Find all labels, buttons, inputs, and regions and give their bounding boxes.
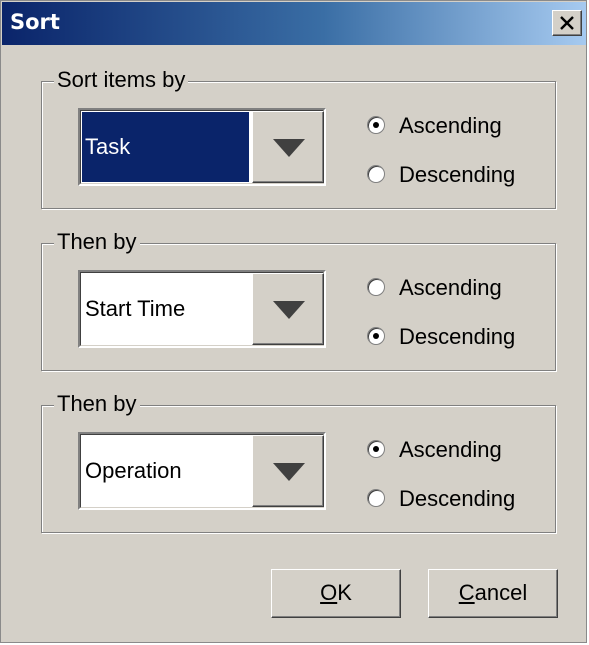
close-icon — [560, 16, 574, 30]
triangle-down-icon — [273, 139, 305, 157]
close-button[interactable] — [552, 10, 582, 36]
sort-group-1: Sort items by Task Ascending Descending — [41, 67, 556, 209]
triangle-down-icon — [273, 463, 305, 481]
radio-label: Descending — [399, 486, 516, 511]
dropdown-button[interactable] — [252, 435, 324, 507]
sort-field-dropdown-1[interactable]: Task — [78, 108, 326, 186]
radio-label: Ascending — [399, 437, 502, 462]
dropdown-button[interactable] — [252, 111, 324, 183]
radio-icon — [367, 116, 385, 134]
radio-icon — [367, 327, 385, 345]
sort-field-dropdown-2[interactable]: Start Time — [78, 270, 326, 348]
radio-icon — [367, 165, 385, 183]
dropdown-value: Operation — [85, 458, 182, 483]
radio-icon — [367, 278, 385, 296]
radio-label: Descending — [399, 324, 516, 349]
sort-field-dropdown-3[interactable]: Operation — [78, 432, 326, 510]
radio-label: Descending — [399, 162, 516, 187]
dialog-title: Sort — [10, 10, 60, 34]
ok-mnemonic: O — [320, 580, 338, 605]
dropdown-value: Start Time — [85, 296, 186, 321]
radio-label: Ascending — [399, 113, 502, 138]
radio-icon — [367, 440, 385, 458]
cancel-label-rest: ancel — [474, 580, 528, 605]
cancel-mnemonic: C — [458, 580, 475, 605]
group-legend: Then by — [54, 391, 140, 417]
sort-group-2: Then by Start Time Ascending Descending — [41, 229, 556, 371]
cancel-button[interactable]: Cancel — [428, 569, 558, 618]
group-legend: Sort items by — [54, 67, 189, 93]
sort-group-3: Then by Operation Ascending Descending — [41, 391, 556, 533]
radio-label: Ascending — [399, 275, 502, 300]
dropdown-value: Task — [82, 112, 249, 182]
ok-label-rest: K — [337, 580, 352, 605]
radio-icon — [367, 489, 385, 507]
triangle-down-icon — [273, 301, 305, 319]
dropdown-button[interactable] — [252, 273, 324, 345]
group-legend: Then by — [54, 229, 140, 255]
ok-button[interactable]: OK — [271, 569, 401, 618]
title-bar[interactable]: Sort — [2, 2, 586, 45]
sort-dialog: Sort Sort items by Task Ascending Descen… — [0, 0, 587, 643]
